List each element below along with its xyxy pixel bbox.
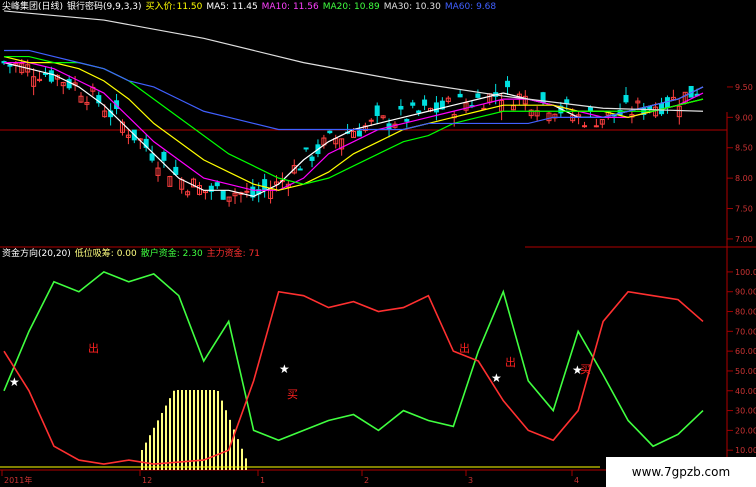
date-label: 3 xyxy=(468,476,473,485)
osc-tick-label: 90.00 xyxy=(735,288,756,297)
candle-body xyxy=(582,125,588,128)
osc-tick-label: 10.00 xyxy=(735,446,756,455)
ma60-value: MA60: 9.68 xyxy=(444,2,497,12)
osc-tick-label: 60.00 xyxy=(735,347,756,356)
candle-body xyxy=(564,99,570,104)
osc-tick-label: 40.00 xyxy=(735,387,756,396)
candle-body xyxy=(398,105,404,110)
candle-body xyxy=(410,102,416,106)
redaction-box-mid xyxy=(240,226,525,261)
candle-body xyxy=(48,70,54,82)
candle-body xyxy=(7,64,13,67)
stock-chart[interactable]: 9.50 9.00 8.50 8.00 7.50 7.00 100.00 90.00 80.0… xyxy=(0,0,756,487)
candle-body xyxy=(161,151,167,161)
candle-body xyxy=(422,99,428,106)
indicator-name: 银行密码(9,9,3,3) xyxy=(67,2,142,12)
candle-body xyxy=(214,182,220,187)
signal-glyph: 买 xyxy=(287,388,298,401)
osc-tick-label: 20.00 xyxy=(735,426,756,435)
price-tick-label: 7.50 xyxy=(735,205,753,214)
buy-label: 买入价: xyxy=(145,2,176,12)
candle-body xyxy=(220,190,226,200)
osc-name: 资金方向(20,20) xyxy=(2,249,71,259)
ma5-value: MA5: 11.45 xyxy=(206,2,258,12)
date-label: 2011年 xyxy=(4,475,32,485)
osc-tick-label: 30.00 xyxy=(735,407,756,416)
star-marker: ★ xyxy=(279,362,290,376)
signal-glyph: 出 xyxy=(459,341,470,355)
candle-body xyxy=(593,125,599,128)
ma30-value: MA30: 10.30 xyxy=(383,2,441,12)
signal-glyph: 出 xyxy=(88,341,99,355)
candle-body xyxy=(505,80,511,88)
candle-body xyxy=(475,93,481,98)
price-tick-label: 9.00 xyxy=(735,113,753,122)
date-label: 1 xyxy=(260,476,265,485)
candle-body xyxy=(374,105,380,116)
candle-body xyxy=(623,95,629,103)
buy-value: 11.50 xyxy=(176,2,203,12)
retail-fund: 散户资金: 2.30 xyxy=(140,249,203,259)
candle-body xyxy=(416,110,422,113)
candle-body xyxy=(262,179,268,191)
price-header: 尖峰集团(日线) 银行密码(9,9,3,3) 买入价:11.50 MA5: 11.45… xyxy=(2,1,500,13)
ma10-value: MA10: 11.56 xyxy=(261,2,319,12)
price-tick-label: 7.00 xyxy=(735,235,753,244)
star-marker: ★ xyxy=(9,375,20,389)
price-tick-label: 8.00 xyxy=(735,174,753,183)
candle-body xyxy=(356,130,362,137)
ma20-value: MA20: 10.89 xyxy=(322,2,380,12)
candle-body xyxy=(368,119,374,122)
oscillator-header: 资金方向(20,20) 低位吸筹: 0.00 散户资金: 2.30 主力资金: 71 xyxy=(2,248,264,260)
signal-glyph: 买 xyxy=(580,363,591,376)
candle-body xyxy=(404,118,410,122)
candle-body xyxy=(457,93,463,98)
date-label: 12 xyxy=(142,476,152,485)
candle-body xyxy=(66,79,72,89)
osc-tick-label: 100.00 xyxy=(735,268,756,277)
low-absorb: 低位吸筹: 0.00 xyxy=(74,249,137,259)
stock-name: 尖峰集团(日线) xyxy=(2,2,64,12)
candle-body xyxy=(303,147,309,150)
watermark: www.7gpzb.com xyxy=(606,457,756,487)
candle-body xyxy=(327,130,333,134)
date-label: 4 xyxy=(574,476,579,485)
osc-tick-label: 50.00 xyxy=(735,367,756,376)
candle-body xyxy=(244,190,250,193)
osc-tick-label: 80.00 xyxy=(735,308,756,317)
candle-body xyxy=(149,153,155,161)
candle-body xyxy=(297,168,303,171)
osc-tick-label: 70.00 xyxy=(735,327,756,336)
price-tick-label: 8.50 xyxy=(735,144,753,153)
star-marker: ★ xyxy=(491,371,502,385)
signal-glyph: 出 xyxy=(505,355,516,369)
candle-body xyxy=(309,156,315,161)
price-tick-label: 9.50 xyxy=(735,83,753,92)
candle-body xyxy=(433,102,439,113)
main-fund: 主力资金: 71 xyxy=(206,249,261,259)
date-label: 2 xyxy=(364,476,369,485)
